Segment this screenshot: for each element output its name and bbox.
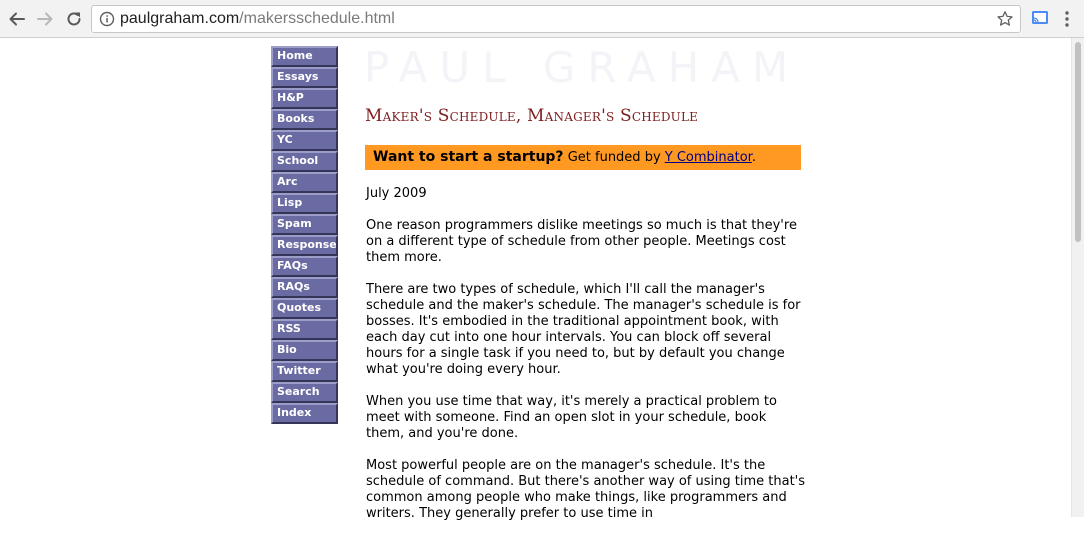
sidebar-item-essays[interactable]: Essays — [271, 67, 338, 88]
scrollbar-thumb[interactable] — [1075, 42, 1081, 242]
url-text[interactable]: paulgraham.com/makersschedule.html — [120, 10, 395, 28]
banner-suffix: . — [751, 150, 756, 165]
page-scrollbar[interactable] — [1071, 38, 1084, 517]
forward-button[interactable] — [34, 8, 56, 30]
reload-icon — [67, 12, 81, 26]
address-bar[interactable]: paulgraham.com/makersschedule.html — [91, 5, 1021, 33]
site-logo[interactable]: PAUL GRAHAM — [364, 40, 801, 96]
essay-paragraph: Most powerful people are on the manager'… — [366, 458, 806, 521]
back-arrow-icon — [9, 12, 25, 26]
sidebar-item-home[interactable]: Home — [271, 46, 338, 67]
essay-date: July 2009 — [366, 186, 427, 201]
sidebar-item-hp[interactable]: H&P — [271, 88, 338, 109]
essay-paragraph: There are two types of schedule, which I… — [366, 282, 801, 377]
sidebar-item-school[interactable]: School — [271, 151, 338, 172]
essay-paragraph: When you use time that way, it's merely … — [366, 394, 777, 441]
sidebar-item-bio[interactable]: Bio — [271, 340, 338, 361]
banner-headline: Want to start a startup? — [373, 149, 564, 165]
yc-link[interactable]: Y Combinator — [665, 150, 752, 165]
sidebar-item-faqs[interactable]: FAQs — [271, 256, 338, 277]
url-path: /makersschedule.html — [239, 10, 395, 27]
essay-paragraph: One reason programmers dislike meetings … — [366, 218, 797, 265]
sidebar-item-arc[interactable]: Arc — [271, 172, 338, 193]
url-host: paulgraham.com — [120, 10, 240, 27]
sidebar-item-quotes[interactable]: Quotes — [271, 298, 338, 319]
forward-arrow-icon — [37, 12, 53, 26]
cast-icon[interactable] — [1031, 10, 1049, 26]
sidebar-item-responses[interactable]: Responses — [271, 235, 338, 256]
essay-body: July 2009 One reason programmers dislike… — [366, 186, 806, 538]
bookmark-star-icon[interactable] — [996, 10, 1014, 28]
sidebar-item-yc[interactable]: YC — [271, 130, 338, 151]
yc-banner: Want to start a startup? Get funded by Y… — [365, 145, 801, 170]
sidebar-item-rss[interactable]: RSS — [271, 319, 338, 340]
browser-toolbar: paulgraham.com/makersschedule.html — [0, 0, 1084, 38]
sidebar-item-lisp[interactable]: Lisp — [271, 193, 338, 214]
reload-button[interactable] — [63, 8, 85, 30]
info-icon[interactable] — [99, 11, 115, 27]
browser-menu-icon[interactable] — [1064, 9, 1070, 29]
sidebar-item-search[interactable]: Search — [271, 382, 338, 403]
sidebar-item-raqs[interactable]: RAQs — [271, 277, 338, 298]
sidebar-item-twitter[interactable]: Twitter — [271, 361, 338, 382]
site-logo-text: PAUL GRAHAM — [364, 43, 801, 92]
sidebar-item-index[interactable]: Index — [271, 403, 338, 424]
sidebar-nav: Home Essays H&P Books YC School Arc Lisp… — [271, 46, 338, 424]
banner-text: Get funded by — [567, 150, 661, 165]
page-title: Maker's Schedule, Manager's Schedule — [365, 106, 699, 126]
sidebar-item-spam[interactable]: Spam — [271, 214, 338, 235]
sidebar-item-books[interactable]: Books — [271, 109, 338, 130]
back-button[interactable] — [6, 8, 28, 30]
